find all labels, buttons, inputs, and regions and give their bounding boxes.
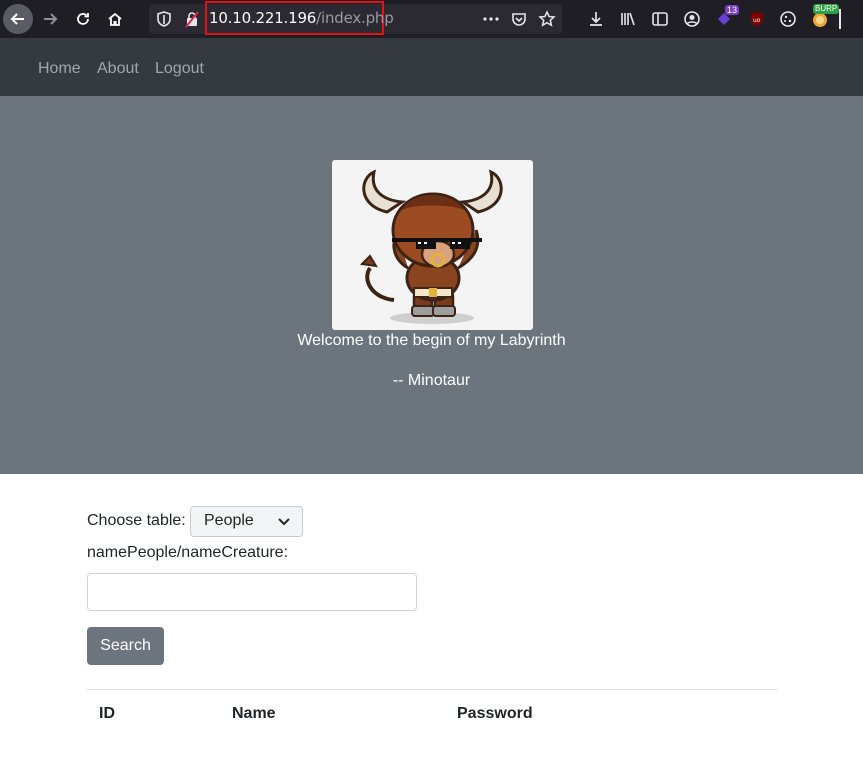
back-button[interactable] — [3, 4, 33, 34]
minotaur-mascot-image — [332, 160, 533, 330]
sidebar-icon[interactable] — [650, 9, 670, 29]
reload-icon — [77, 13, 89, 25]
home-icon — [108, 12, 122, 26]
browser-toolbar: 10.10.221.196/index.php 13 uo BURP — [0, 0, 863, 38]
hero-signature: -- Minotaur — [392, 372, 471, 389]
extension-badge: 13 — [725, 5, 740, 15]
svg-text:uo: uo — [753, 17, 761, 24]
hero-welcome-text: Welcome to the begin of my Labyrinth — [297, 332, 566, 349]
reload-button[interactable] — [68, 4, 98, 34]
home-button[interactable] — [100, 4, 130, 34]
nav-link-home[interactable]: Home — [38, 60, 81, 78]
menu-icon[interactable] — [839, 9, 841, 29]
burp-badge: BURP — [813, 4, 840, 14]
pocket-icon[interactable] — [509, 9, 529, 29]
nav-link-about[interactable]: About — [97, 60, 139, 78]
tracking-shield-icon[interactable] — [154, 9, 174, 29]
url-host: 10.10.221.196 — [209, 9, 317, 27]
arrow-right-icon — [44, 13, 58, 25]
ublock-icon[interactable]: uo — [747, 9, 767, 29]
name-search-input[interactable] — [87, 573, 417, 611]
arrow-left-icon — [10, 13, 24, 25]
downloads-icon[interactable] — [586, 9, 606, 29]
nav-link-logout[interactable]: Logout — [155, 60, 204, 78]
library-icon[interactable] — [618, 9, 638, 29]
hero-section: Welcome to the begin of my Labyrinth -- … — [0, 96, 863, 474]
table-select[interactable]: People — [190, 506, 303, 537]
search-button[interactable]: Search — [87, 627, 164, 665]
table-top-border — [87, 689, 777, 690]
table-header-id: ID — [99, 705, 115, 722]
name-field-label: namePeople/nameCreature: — [87, 544, 289, 561]
table-header-password: Password — [457, 705, 533, 722]
forward-button[interactable] — [35, 4, 65, 34]
choose-table-label: Choose table: — [87, 512, 186, 529]
chevron-down-icon — [278, 518, 290, 526]
url-path: /index.php — [316, 9, 394, 27]
cookie-icon[interactable] — [778, 9, 798, 29]
url-text[interactable]: 10.10.221.196/index.php — [209, 9, 394, 27]
site-navbar: Home About Logout — [0, 38, 863, 96]
bookmark-star-icon[interactable] — [537, 9, 557, 29]
account-icon[interactable] — [682, 9, 702, 29]
insecure-lock-icon[interactable] — [182, 9, 202, 29]
page-actions-icon[interactable] — [481, 9, 501, 29]
table-select-value: People — [204, 512, 254, 529]
table-header-name: Name — [232, 705, 276, 722]
